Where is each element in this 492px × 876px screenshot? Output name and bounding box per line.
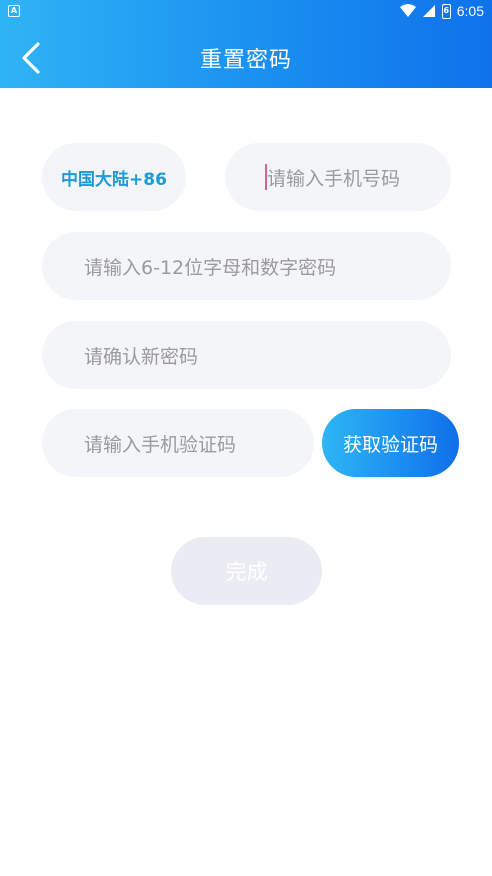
status-time: 6:05 bbox=[456, 3, 484, 19]
phone-input[interactable]: 请输入手机号码 bbox=[225, 143, 451, 211]
password-placeholder: 请输入6-12位字母和数字密码 bbox=[84, 256, 337, 279]
confirm-password-input[interactable]: 请确认新密码 bbox=[42, 321, 451, 389]
submit-button[interactable]: 完成 bbox=[171, 537, 322, 605]
phone-placeholder: 请输入手机号码 bbox=[267, 167, 401, 190]
status-icons: 6 6:05 bbox=[399, 2, 484, 20]
get-code-button[interactable]: 获取验证码 bbox=[322, 409, 459, 477]
page-title: 重置密码 bbox=[199, 48, 292, 73]
header-bar: A 6 6:05 重置密码 bbox=[0, 0, 492, 88]
country-code-selector[interactable]: 中国大陆+86 bbox=[42, 143, 186, 211]
battery-icon: 6 bbox=[441, 3, 451, 19]
status-bar: A 6 6:05 bbox=[0, 0, 492, 22]
signal-icon bbox=[422, 5, 435, 17]
app-notification-icon: A bbox=[8, 5, 20, 17]
new-password-input[interactable]: 请输入6-12位字母和数字密码 bbox=[42, 232, 451, 300]
text-cursor bbox=[265, 164, 267, 190]
code-placeholder: 请输入手机验证码 bbox=[84, 433, 237, 456]
wifi-icon bbox=[399, 4, 416, 17]
confirm-placeholder: 请确认新密码 bbox=[84, 345, 199, 368]
verification-code-input[interactable]: 请输入手机验证码 bbox=[42, 409, 314, 477]
